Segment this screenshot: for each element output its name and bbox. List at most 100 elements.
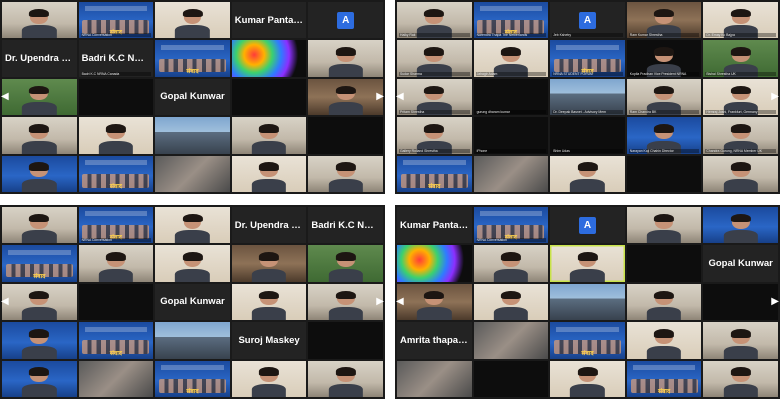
participant-tile[interactable] xyxy=(473,155,549,192)
participant-tile[interactable] xyxy=(155,322,230,359)
participant-tile[interactable]: Dr. Emay Kc Bajpa xyxy=(703,2,778,39)
participant-tile[interactable] xyxy=(231,360,307,397)
participant-tile[interactable] xyxy=(308,78,383,116)
participant-tile[interactable] xyxy=(155,245,230,282)
participant-tile[interactable] xyxy=(550,245,625,282)
participant-tile[interactable] xyxy=(550,283,625,321)
participant-tile[interactable]: Pritam Shrestha xyxy=(397,78,472,116)
participant-tile[interactable] xyxy=(231,78,307,116)
participant-tile[interactable]: संवाद xyxy=(626,360,702,397)
participant-tile[interactable] xyxy=(308,360,383,397)
participant-tile[interactable] xyxy=(550,155,625,192)
participant-tile[interactable] xyxy=(78,245,154,282)
participant-tile[interactable] xyxy=(308,322,383,359)
participant-tile[interactable]: संवाद xyxy=(550,322,625,359)
participant-tile[interactable] xyxy=(703,322,778,359)
participant-tile[interactable]: Sudar Sharma xyxy=(397,40,472,77)
participant-tile[interactable] xyxy=(626,207,702,244)
participant-tile[interactable]: संवाद xyxy=(155,40,230,77)
participant-tile[interactable]: संवाद xyxy=(78,322,154,359)
prev-page-arrow-icon[interactable]: ◀ xyxy=(1,297,9,307)
participant-tile[interactable]: Jahagir Adam xyxy=(473,40,549,77)
participant-tile[interactable]: संवाद NRNA Conversation xyxy=(473,207,549,244)
participant-tile[interactable]: संवाद xyxy=(155,360,230,397)
participant-tile[interactable] xyxy=(473,360,549,397)
participant-tile[interactable]: Gopal Kunwar xyxy=(155,283,230,321)
participant-tile[interactable] xyxy=(626,322,702,359)
participant-tile[interactable] xyxy=(2,283,77,321)
participant-tile[interactable]: Ram Chandra BK xyxy=(626,78,702,116)
participant-tile[interactable] xyxy=(473,283,549,321)
participant-tile[interactable] xyxy=(155,155,230,192)
participant-tile[interactable]: Ram Kumar Shrestha xyxy=(626,2,702,39)
participant-tile[interactable]: Badri K.C NRNA... Badri K.C NRNA Canada xyxy=(78,40,154,77)
participant-tile[interactable] xyxy=(2,2,77,39)
participant-tile[interactable] xyxy=(2,207,77,244)
participant-tile[interactable] xyxy=(231,283,307,321)
participant-tile[interactable] xyxy=(231,245,307,282)
participant-tile[interactable]: संवाद xyxy=(397,155,472,192)
participant-tile[interactable] xyxy=(2,360,77,397)
participant-tile[interactable]: Chandra Gurung, NRNA Member UK xyxy=(703,117,778,154)
participant-tile[interactable]: संवाद Narendra Thapa The Netherlands xyxy=(473,2,549,39)
participant-tile[interactable]: Badri K.C NRNA... xyxy=(308,207,383,244)
participant-tile[interactable]: Gopal Kunwar xyxy=(703,245,778,282)
prev-page-arrow-icon[interactable]: ◀ xyxy=(396,297,404,307)
participant-tile[interactable] xyxy=(155,207,230,244)
participant-tile[interactable]: Narayan Kaji Chahin Director xyxy=(626,117,702,154)
participant-tile[interactable]: A xyxy=(550,207,625,244)
participant-tile[interactable]: संवाद NRNA Conversation xyxy=(78,207,154,244)
participant-tile[interactable] xyxy=(2,117,77,154)
participant-tile[interactable] xyxy=(703,283,778,321)
participant-tile[interactable]: Dr. Deepak Basnet - Advisory Mem xyxy=(550,78,625,116)
participant-tile[interactable]: संवाद NRNA STUDENT FORUM xyxy=(550,40,625,77)
participant-tile[interactable] xyxy=(626,155,702,192)
prev-page-arrow-icon[interactable]: ◀ xyxy=(1,92,9,102)
participant-tile[interactable]: Bhim Udas xyxy=(550,117,625,154)
participant-tile[interactable] xyxy=(2,322,77,359)
participant-tile[interactable] xyxy=(397,245,472,282)
participant-tile[interactable] xyxy=(78,78,154,116)
next-page-arrow-icon[interactable]: ▶ xyxy=(771,92,779,102)
participant-tile[interactable] xyxy=(473,322,549,359)
participant-tile[interactable] xyxy=(308,245,383,282)
participant-tile[interactable]: संवाद NRNA Conversation xyxy=(78,2,154,39)
participant-tile[interactable] xyxy=(78,117,154,154)
participant-tile[interactable] xyxy=(308,283,383,321)
participant-tile[interactable]: Haiky Rak xyxy=(397,2,472,39)
participant-tile[interactable]: A xyxy=(308,2,383,39)
participant-tile[interactable]: Hemraj Joshi, Frankfurt, Germany xyxy=(703,78,778,116)
participant-tile[interactable] xyxy=(78,283,154,321)
participant-tile[interactable] xyxy=(703,155,778,192)
participant-tile[interactable] xyxy=(703,360,778,397)
participant-tile[interactable] xyxy=(397,360,472,397)
participant-tile[interactable]: Dr. Upendra Ma... xyxy=(2,40,77,77)
participant-tile[interactable] xyxy=(155,2,230,39)
participant-tile[interactable] xyxy=(78,360,154,397)
participant-tile[interactable] xyxy=(308,155,383,192)
participant-tile[interactable]: Bishal Shrestha UK xyxy=(703,40,778,77)
participant-tile[interactable]: gurung dharam kumar xyxy=(473,78,549,116)
participant-tile[interactable] xyxy=(397,283,472,321)
participant-tile[interactable]: Amrita thapa(ka... xyxy=(397,322,472,359)
participant-tile[interactable]: संवाद xyxy=(2,245,77,282)
participant-tile[interactable]: Kumar Panta N... xyxy=(231,2,307,39)
participant-tile[interactable] xyxy=(231,40,307,77)
participant-tile[interactable]: Kopila Pradhan Vice President NRNA xyxy=(626,40,702,77)
participant-tile[interactable]: A Jeb Kshetry xyxy=(550,2,625,39)
participant-tile[interactable]: Dr. Upendra Ma... xyxy=(231,207,307,244)
participant-tile[interactable] xyxy=(2,78,77,116)
participant-tile[interactable]: संवाद xyxy=(78,155,154,192)
participant-tile[interactable]: Gallery Rolland Shrestha xyxy=(397,117,472,154)
prev-page-arrow-icon[interactable]: ◀ xyxy=(396,92,404,102)
participant-tile[interactable] xyxy=(626,283,702,321)
participant-tile[interactable] xyxy=(626,245,702,282)
participant-tile[interactable]: iPhone xyxy=(473,117,549,154)
participant-tile[interactable] xyxy=(308,40,383,77)
participant-tile[interactable] xyxy=(231,117,307,154)
participant-tile[interactable]: Gopal Kunwar xyxy=(155,78,230,116)
participant-tile[interactable] xyxy=(550,360,625,397)
participant-tile[interactable] xyxy=(155,117,230,154)
participant-tile[interactable] xyxy=(473,245,549,282)
participant-tile[interactable] xyxy=(308,117,383,154)
